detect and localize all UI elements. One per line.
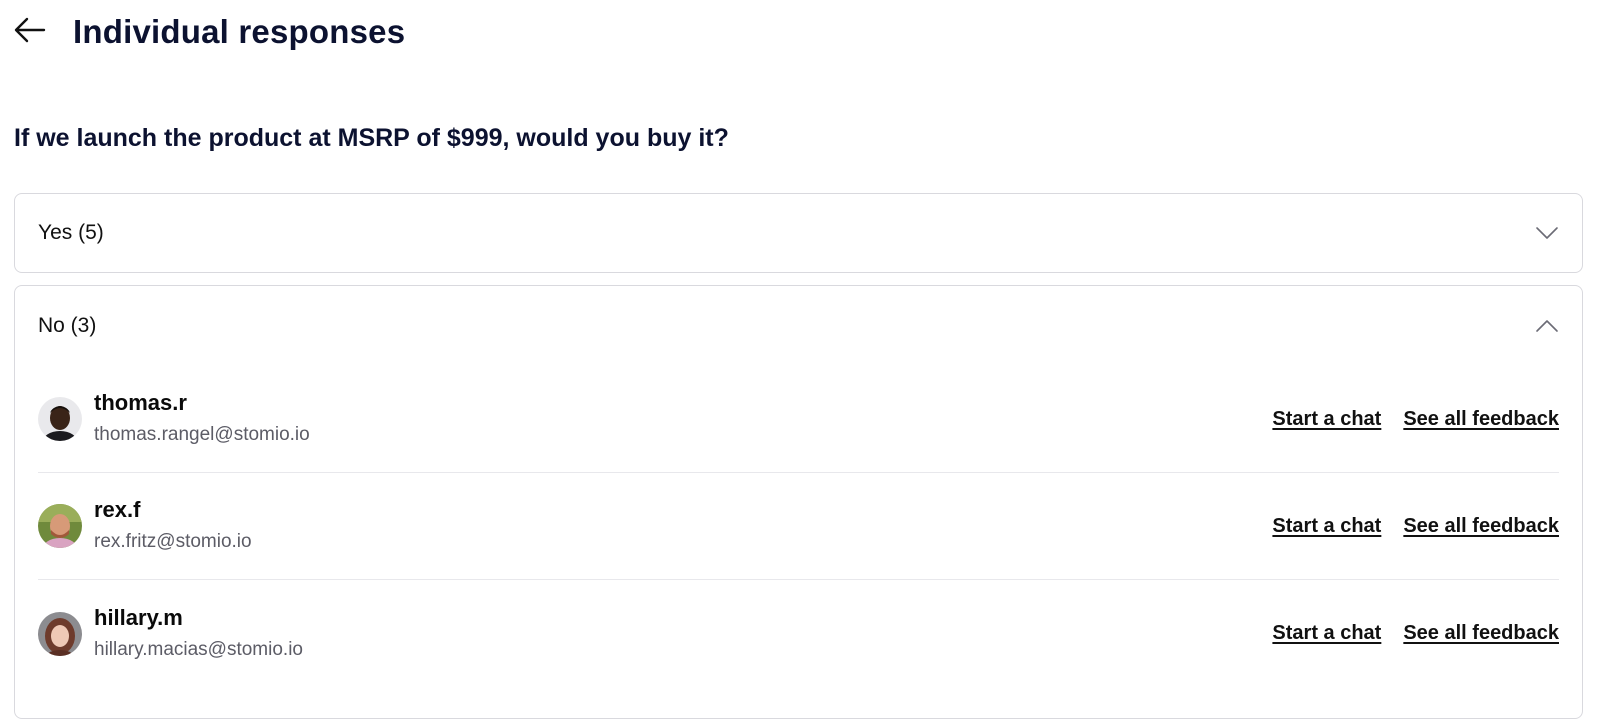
chevron-up-icon[interactable]: [1534, 313, 1560, 339]
username: rex.f: [94, 497, 141, 522]
responder-info: hillary.m hillary.macias@stomio.io: [94, 604, 1272, 664]
responder-info: thomas.r thomas.rangel@stomio.io: [94, 389, 1272, 449]
question-text: If we launch the product at MSRP of $999…: [14, 124, 729, 152]
accordion-header-yes[interactable]: Yes (5): [15, 194, 1582, 272]
start-chat-link[interactable]: Start a chat: [1272, 515, 1381, 538]
see-all-feedback-link[interactable]: See all feedback: [1403, 515, 1559, 538]
username: hillary.m: [94, 604, 183, 630]
see-all-feedback-link[interactable]: See all feedback: [1403, 622, 1559, 645]
group-label: No (3): [38, 314, 97, 337]
responder-info: rex.f rex.fritz@stomio.io: [94, 496, 1272, 556]
arrow-left-icon: [14, 17, 46, 48]
email: hillary.macias@stomio.io: [94, 638, 303, 660]
response-group-no: No (3) thomas.r thomas.rangel@stomio.io: [14, 285, 1583, 719]
row-actions: Start a chat See all feedback: [1272, 515, 1559, 538]
responder-row: rex.f rex.fritz@stomio.io Start a chat S…: [38, 473, 1559, 580]
start-chat-link[interactable]: Start a chat: [1272, 622, 1381, 645]
avatar: [38, 397, 82, 441]
avatar: [38, 504, 82, 548]
group-label: Yes (5): [38, 221, 104, 244]
responder-row: hillary.m hillary.macias@stomio.io Start…: [38, 580, 1559, 687]
row-actions: Start a chat See all feedback: [1272, 622, 1559, 645]
start-chat-link[interactable]: Start a chat: [1272, 408, 1381, 431]
page-header: Individual responses: [14, 8, 405, 56]
email: rex.fritz@stomio.io: [94, 531, 252, 552]
responder-list: thomas.r thomas.rangel@stomio.io Start a…: [15, 366, 1582, 687]
email: thomas.rangel@stomio.io: [94, 424, 310, 445]
response-group-yes: Yes (5): [14, 193, 1583, 273]
responder-row: thomas.r thomas.rangel@stomio.io Start a…: [38, 366, 1559, 473]
chevron-down-icon[interactable]: [1534, 220, 1560, 246]
username: thomas.r: [94, 390, 187, 415]
avatar: [38, 611, 82, 656]
see-all-feedback-link[interactable]: See all feedback: [1403, 408, 1559, 431]
accordion-header-no[interactable]: No (3): [15, 286, 1582, 366]
back-button[interactable]: [14, 12, 54, 52]
row-actions: Start a chat See all feedback: [1272, 408, 1559, 431]
page-title: Individual responses: [73, 13, 406, 50]
